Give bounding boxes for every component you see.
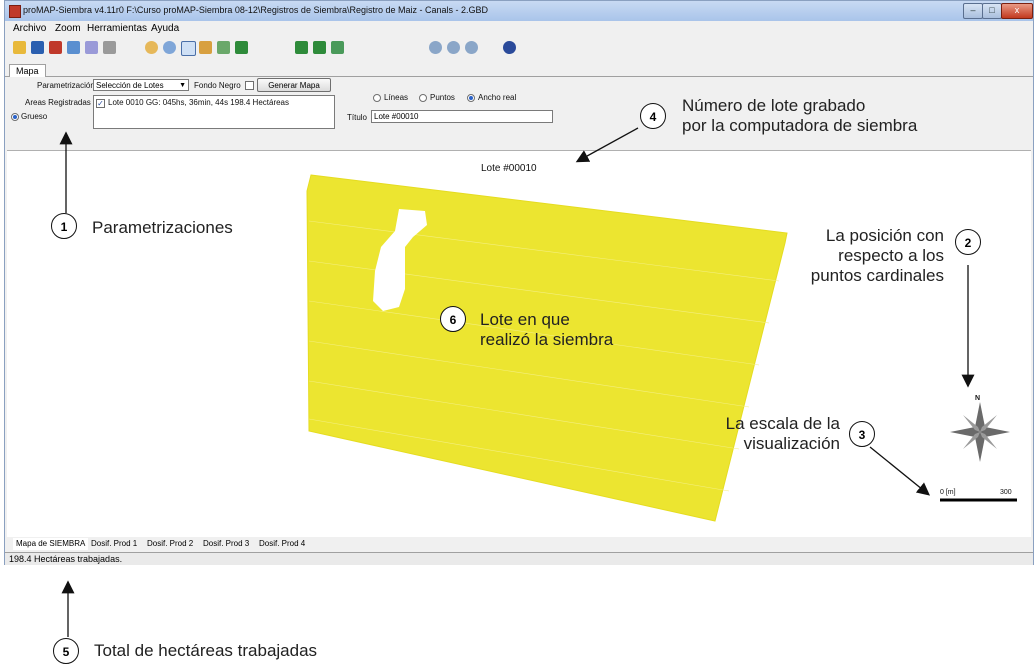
annotation-2-text: La posición con respecto a los puntos ca… bbox=[760, 226, 944, 286]
home-icon[interactable] bbox=[235, 41, 248, 54]
annotation-4-number: 4 bbox=[640, 103, 666, 129]
chevron-down-icon: ▼ bbox=[179, 82, 186, 89]
annotation-5-number: 5 bbox=[53, 638, 79, 664]
annotation-4-text: Número de lote grabado por la computador… bbox=[682, 96, 917, 136]
bottom-tabs: Mapa de SIEMBRA Dosif. Prod 1 Dosif. Pro… bbox=[7, 538, 1031, 551]
annotation-5-text: Total de hectáreas trabajadas bbox=[94, 641, 318, 660]
close-button[interactable]: x bbox=[1001, 3, 1033, 19]
param-label: Parametrización bbox=[37, 81, 95, 90]
window-title: proMAP-Siembra v4.11r0 F:\Curso proMAP-S… bbox=[23, 5, 489, 15]
zoom-in-icon[interactable] bbox=[429, 41, 442, 54]
puntos-radio[interactable] bbox=[419, 94, 427, 102]
grueso-label: Grueso bbox=[21, 112, 48, 121]
annotation-1-text: Parametrizaciones bbox=[92, 218, 233, 237]
north-label: N bbox=[975, 395, 981, 402]
zoom-tool-icon[interactable] bbox=[163, 41, 176, 54]
annotation-4-line-2: por la computadora de siembra bbox=[682, 116, 918, 135]
status-text: 198.4 Hectáreas trabajadas. bbox=[9, 554, 123, 564]
ancho-real-label: Ancho real bbox=[478, 93, 517, 102]
annotation-3-number: 3 bbox=[849, 421, 875, 447]
annotation-6-text: Lote en que realizó la siembra bbox=[480, 310, 613, 350]
pan-hand-icon[interactable] bbox=[145, 41, 158, 54]
area-item-label: Lote 0010 GG: 045hs, 36min, 44s 198.4 He… bbox=[108, 98, 290, 107]
menu-herramientas[interactable]: Herramientas bbox=[87, 23, 147, 34]
arrow-up-2-icon[interactable] bbox=[313, 41, 326, 54]
app-icon bbox=[9, 5, 21, 18]
generar-mapa-button[interactable]: Generar Mapa bbox=[257, 78, 331, 92]
chart-icon[interactable] bbox=[199, 41, 212, 54]
areas-listbox[interactable]: ✓ Lote 0010 GG: 045hs, 36min, 44s 198.4 … bbox=[93, 95, 335, 129]
tab-dosif-prod-1[interactable]: Dosif. Prod 1 bbox=[91, 538, 137, 550]
tab-dosif-prod-2[interactable]: Dosif. Prod 2 bbox=[147, 538, 193, 550]
ancho-real-radio[interactable] bbox=[467, 94, 475, 102]
annotation-6-line-2: realizó la siembra bbox=[480, 330, 614, 349]
annotation-2-line-2: respecto a los bbox=[838, 246, 944, 265]
save-icon[interactable] bbox=[31, 41, 44, 54]
annotation-3-line-2: visualización bbox=[743, 434, 840, 453]
area-item-checkbox[interactable]: ✓ bbox=[96, 99, 105, 108]
lineas-label: Líneas bbox=[384, 93, 409, 102]
tab-mapa[interactable]: Mapa bbox=[9, 64, 46, 77]
tab-dosif-prod-4[interactable]: Dosif. Prod 4 bbox=[259, 538, 305, 550]
titulo-input[interactable]: Lote #00010 bbox=[371, 110, 553, 123]
menu-zoom[interactable]: Zoom bbox=[55, 23, 81, 34]
annotation-2-line-1: La posición con bbox=[825, 226, 944, 245]
scale-start-label: 0 [m] bbox=[940, 489, 956, 496]
toolbar bbox=[5, 38, 1033, 60]
annotation-1-number: 1 bbox=[51, 213, 77, 239]
tab-dosif-prod-3[interactable]: Dosif. Prod 3 bbox=[203, 538, 249, 550]
menu-ayuda[interactable]: Ayuda bbox=[151, 23, 179, 34]
zoom-out-icon[interactable] bbox=[447, 41, 460, 54]
areas-label: Areas Registradas bbox=[25, 98, 91, 107]
annotation-4-line-1: Número de lote grabado bbox=[682, 96, 866, 115]
export-icon[interactable] bbox=[49, 41, 62, 54]
status-bar: 198.4 Hectáreas trabajadas. bbox=[5, 552, 1033, 565]
grueso-radio[interactable] bbox=[11, 113, 19, 121]
param-select[interactable]: Selección de Lotes ▼ bbox=[93, 79, 189, 91]
menu-archivo[interactable]: Archivo bbox=[13, 23, 46, 34]
puntos-label: Puntos bbox=[430, 93, 455, 102]
report-icon[interactable] bbox=[67, 41, 80, 54]
download-icon[interactable] bbox=[181, 41, 196, 56]
print-icon[interactable] bbox=[103, 41, 116, 54]
fondo-label: Fondo Negro bbox=[194, 81, 241, 90]
param-select-value: Selección de Lotes bbox=[96, 81, 164, 90]
open-folder-icon[interactable] bbox=[13, 41, 26, 54]
annotation-2-number: 2 bbox=[955, 229, 981, 255]
annotation-3-text: La escala de la visualización bbox=[680, 414, 840, 454]
zoom-extent-icon[interactable] bbox=[465, 41, 478, 54]
tab-row: Mapa bbox=[5, 62, 1033, 77]
filter-icon[interactable] bbox=[217, 41, 230, 54]
titulo-label: Título bbox=[347, 113, 368, 122]
scale-end-label: 300 bbox=[1000, 489, 1012, 496]
title-bar: proMAP-Siembra v4.11r0 F:\Curso proMAP-S… bbox=[5, 1, 1033, 21]
arrow-up-icon[interactable] bbox=[295, 41, 308, 54]
minimize-button[interactable]: – bbox=[963, 3, 983, 19]
annotation-6-line-1: Lote en que bbox=[480, 310, 570, 329]
fondo-negro-checkbox[interactable] bbox=[245, 81, 254, 90]
annotation-2-line-3: puntos cardinales bbox=[810, 266, 944, 285]
compass-rose-icon bbox=[950, 402, 1010, 462]
menu-bar: Archivo Zoom Herramientas Ayuda bbox=[5, 21, 1033, 37]
maximize-button[interactable]: □ bbox=[982, 3, 1002, 19]
refresh-icon[interactable] bbox=[331, 41, 344, 54]
edit-icon[interactable] bbox=[85, 41, 98, 54]
annotation-6-number: 6 bbox=[440, 306, 466, 332]
globe-icon[interactable] bbox=[503, 41, 516, 54]
tab-mapa-siembra[interactable]: Mapa de SIEMBRA bbox=[13, 538, 89, 550]
lineas-radio[interactable] bbox=[373, 94, 381, 102]
annotation-3-line-1: La escala de la bbox=[725, 414, 840, 433]
